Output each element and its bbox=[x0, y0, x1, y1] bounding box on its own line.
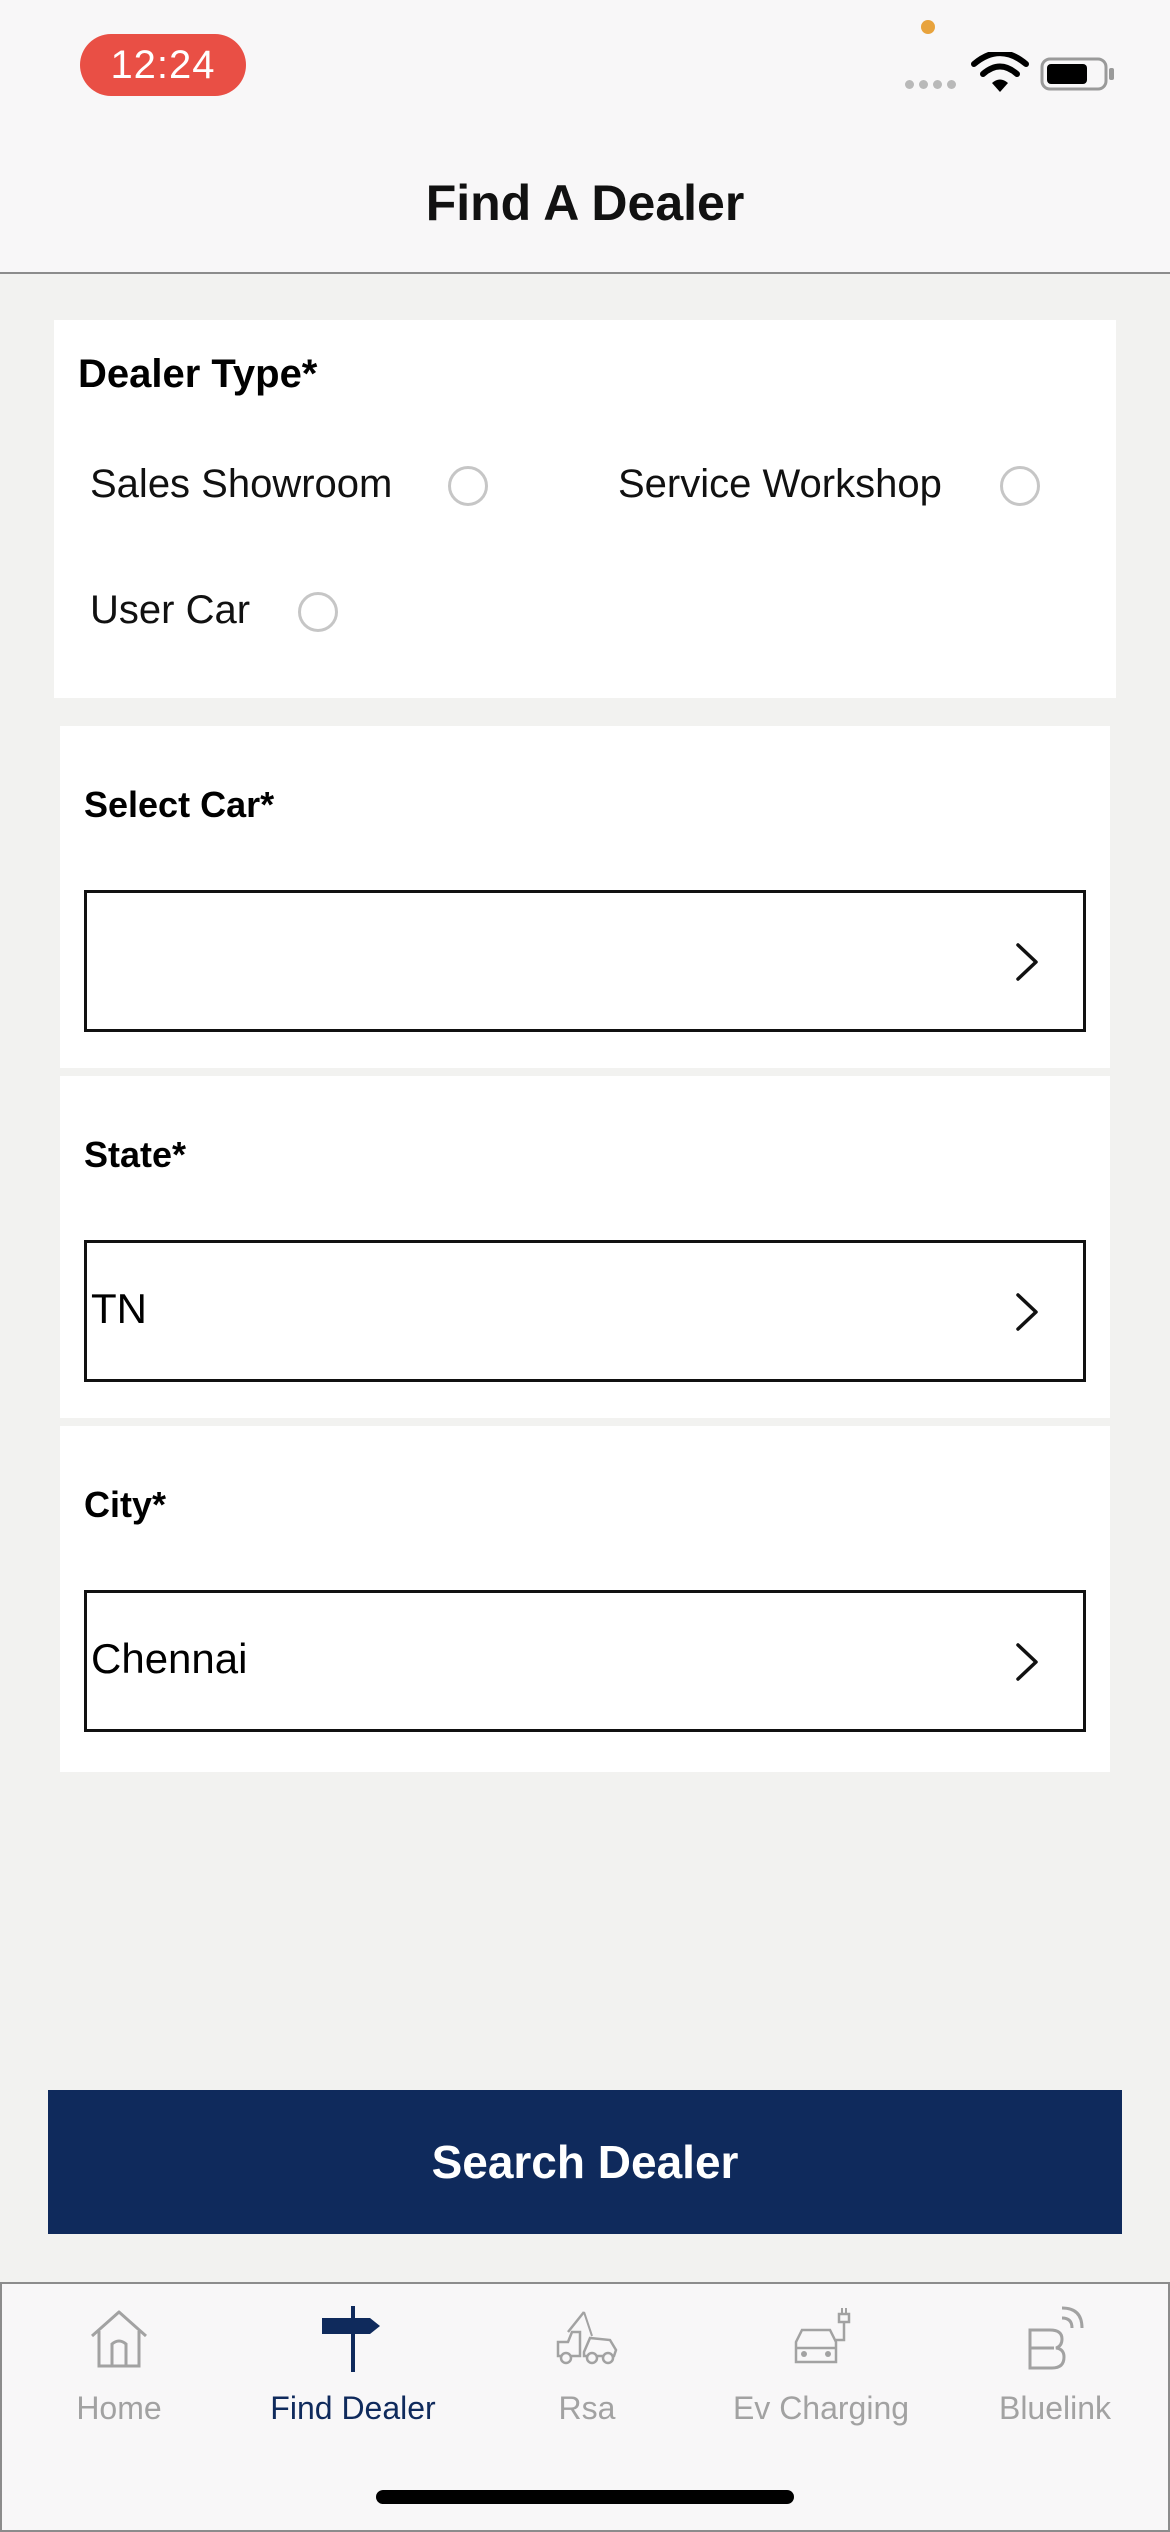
state-label: State* bbox=[84, 1134, 187, 1175]
dealer-type-title: Dealer Type* bbox=[78, 352, 318, 396]
tab-home[interactable]: Home bbox=[2, 2284, 236, 2484]
page-title: Find A Dealer bbox=[425, 175, 745, 231]
sales-showroom-radio[interactable] bbox=[448, 466, 488, 506]
service-workshop-radio[interactable] bbox=[1000, 466, 1040, 506]
dealer-type-card: Dealer Type* Sales Showroom Service Work… bbox=[54, 320, 1116, 698]
signpost-icon bbox=[322, 2306, 380, 2372]
user-car-radio[interactable] bbox=[298, 592, 338, 632]
select-car-field[interactable] bbox=[84, 890, 1086, 1032]
home-icon bbox=[91, 2310, 147, 2368]
chevron-right-icon bbox=[1016, 943, 1038, 981]
tab-rsa[interactable]: Rsa bbox=[470, 2284, 704, 2484]
chevron-right-icon bbox=[1016, 1293, 1038, 1331]
city-field[interactable]: Chennai bbox=[84, 1590, 1086, 1732]
city-label: City* bbox=[84, 1484, 167, 1525]
state-field[interactable]: TN bbox=[84, 1240, 1086, 1382]
tab-bluelink-label: Bluelink bbox=[998, 2390, 1112, 2426]
select-car-card: Select Car* bbox=[60, 726, 1110, 1068]
tow-truck-icon bbox=[556, 2311, 618, 2365]
tab-bluelink[interactable]: Bluelink bbox=[938, 2284, 1170, 2484]
tab-find-dealer[interactable]: Find Dealer bbox=[236, 2284, 470, 2484]
city-card: City* Chennai bbox=[60, 1426, 1110, 1772]
status-bar: 12:24 bbox=[0, 0, 1170, 140]
tab-find-dealer-label: Find Dealer bbox=[270, 2390, 436, 2426]
cellular-signal-icon bbox=[905, 80, 959, 90]
privacy-indicator-dot bbox=[921, 20, 935, 34]
select-car-label: Select Car* bbox=[84, 784, 275, 825]
state-card: State* TN bbox=[60, 1076, 1110, 1418]
tab-rsa-label: Rsa bbox=[558, 2390, 616, 2426]
service-workshop-label[interactable]: Service Workshop bbox=[618, 462, 942, 507]
status-time: 12:24 bbox=[80, 34, 246, 96]
home-indicator bbox=[376, 2490, 794, 2504]
battery-icon bbox=[1040, 57, 1114, 91]
sales-showroom-label[interactable]: Sales Showroom bbox=[90, 462, 392, 507]
user-car-label[interactable]: User Car bbox=[90, 588, 250, 633]
ev-charging-icon bbox=[794, 2308, 851, 2364]
tab-home-label: Home bbox=[76, 2390, 162, 2426]
tab-ev-charging[interactable]: Ev Charging bbox=[704, 2284, 938, 2484]
wifi-icon bbox=[971, 52, 1029, 92]
city-value: Chennai bbox=[91, 1635, 248, 1682]
nav-header: Find A Dealer bbox=[0, 140, 1170, 274]
search-dealer-button[interactable]: Search Dealer bbox=[48, 2090, 1122, 2234]
bluelink-icon bbox=[1028, 2306, 1084, 2370]
state-value: TN bbox=[91, 1285, 147, 1332]
chevron-right-icon bbox=[1016, 1643, 1038, 1681]
tab-ev-charging-label: Ev Charging bbox=[732, 2390, 910, 2426]
